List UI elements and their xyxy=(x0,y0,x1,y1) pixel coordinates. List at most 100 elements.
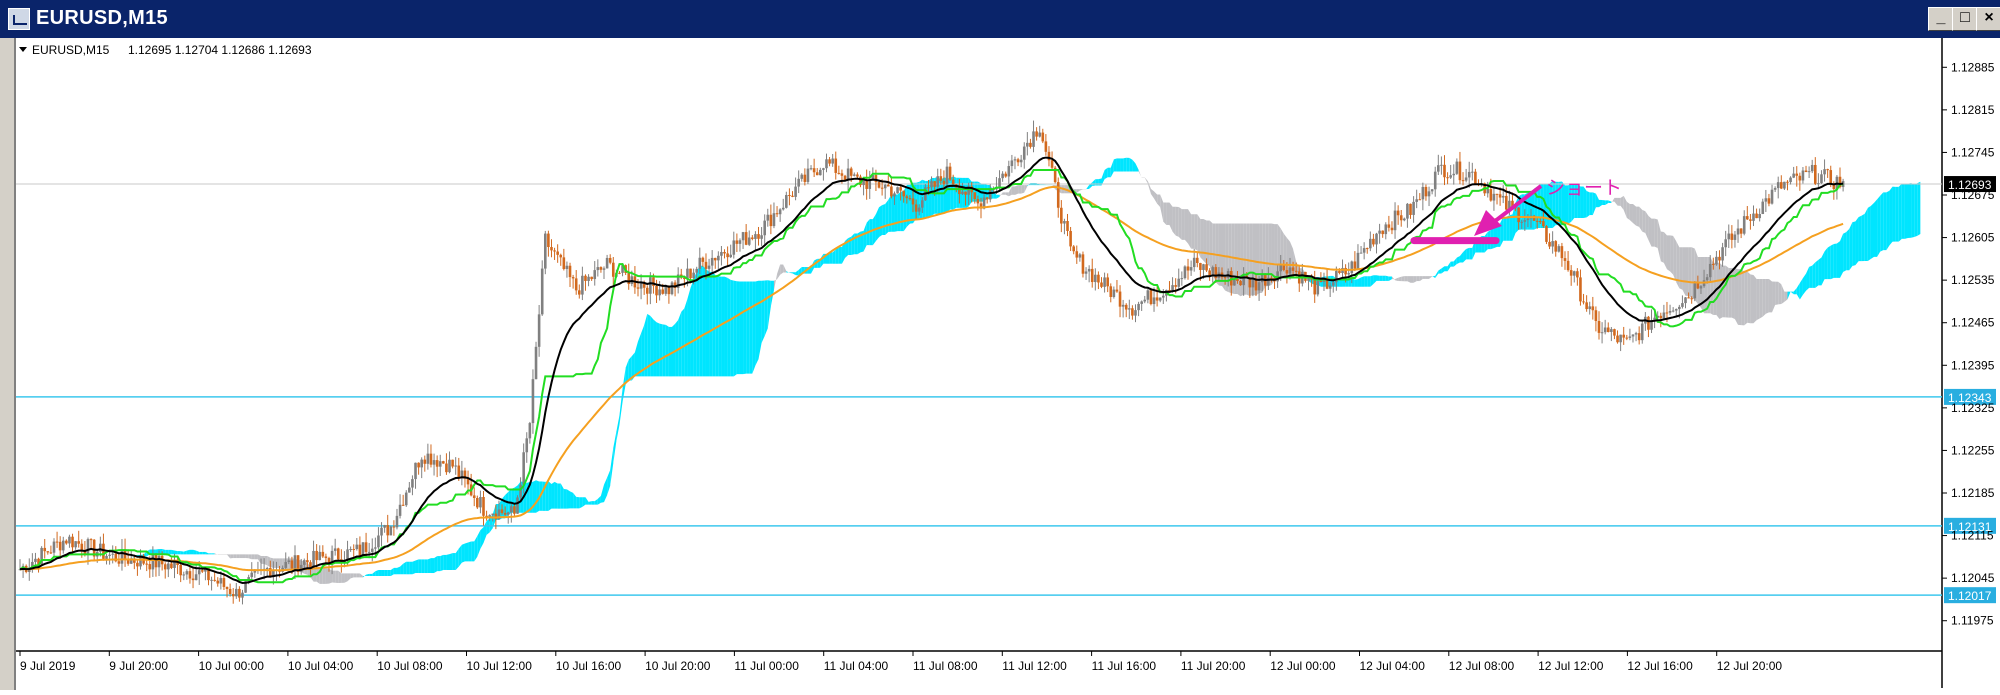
candle-body xyxy=(1035,131,1038,136)
candle-body xyxy=(81,544,84,551)
candle-body xyxy=(1292,267,1295,270)
chart-area[interactable]: 1.123431.121311.12017 1.128851.128151.12… xyxy=(14,38,2000,690)
candle-body xyxy=(1613,329,1616,335)
candle-body xyxy=(510,506,513,512)
cloud-segment xyxy=(1670,235,1673,274)
candle-body xyxy=(201,570,204,571)
candle-body xyxy=(411,479,414,487)
cloud-segment xyxy=(1494,226,1497,248)
close-button[interactable]: × xyxy=(1976,7,2000,31)
candle-body xyxy=(1675,309,1678,310)
cloud-segment xyxy=(171,550,174,554)
cloud-segment xyxy=(725,277,728,377)
cloud-segment xyxy=(419,559,422,573)
cloud-segment xyxy=(1679,247,1682,290)
candle-body xyxy=(1412,202,1415,215)
cloud-segment xyxy=(236,554,239,558)
time-tick-label: 12 Jul 12:00 xyxy=(1538,659,1604,673)
price-chart[interactable]: 1.123431.121311.12017 1.128851.128151.12… xyxy=(16,38,2000,690)
candle-body xyxy=(1391,228,1394,230)
price-tick-label: 1.12535 xyxy=(1951,273,1995,287)
candle-body xyxy=(1465,177,1468,180)
candle-body xyxy=(396,516,399,527)
candle-body xyxy=(1554,241,1557,252)
cloud-segment xyxy=(1738,269,1741,325)
candle-body xyxy=(649,277,652,294)
cloud-segment xyxy=(1667,235,1670,271)
maximize-button[interactable]: □ xyxy=(1952,7,1978,31)
candle-body xyxy=(108,555,111,556)
candle-body xyxy=(729,255,732,257)
cloud-segment xyxy=(731,280,734,377)
candle-body xyxy=(1579,277,1582,301)
cloud-segment xyxy=(187,550,190,555)
candle-body xyxy=(569,266,572,277)
cloud-segment xyxy=(1775,282,1778,305)
candle-body xyxy=(414,463,417,479)
cloud-segment xyxy=(409,562,412,575)
cloud-segment xyxy=(672,324,675,376)
candle-body xyxy=(770,215,773,226)
candle-body xyxy=(1802,171,1805,181)
candle-body xyxy=(566,266,569,269)
cloud-segment xyxy=(178,551,181,554)
candle-body xyxy=(377,536,380,548)
candle-body xyxy=(1224,277,1227,278)
candle-body xyxy=(1097,275,1100,283)
candle-body xyxy=(374,547,377,548)
candle-body xyxy=(501,509,504,513)
candle-body xyxy=(776,213,779,214)
candle-body xyxy=(362,542,365,555)
cloud-segment xyxy=(1423,276,1426,279)
candle-body xyxy=(961,192,964,194)
candle-body xyxy=(1786,182,1789,183)
candle-body xyxy=(550,247,553,250)
candle-body xyxy=(1456,162,1459,174)
window-titlebar[interactable]: EURUSD,M15 _ □ × xyxy=(0,0,2000,38)
time-tick-label: 11 Jul 20:00 xyxy=(1181,659,1246,673)
candle-body xyxy=(1174,285,1177,287)
candle-body xyxy=(1471,172,1474,173)
cloud-segment xyxy=(1843,232,1846,272)
candle-body xyxy=(1403,219,1406,221)
left-scroll-strip[interactable] xyxy=(0,38,15,690)
candle-body xyxy=(380,528,383,536)
candle-body xyxy=(720,252,723,256)
cloud-segment xyxy=(1652,219,1655,247)
candle-body xyxy=(1286,270,1289,273)
candle-body xyxy=(581,276,584,295)
candle-body xyxy=(541,269,544,315)
cloud-segment xyxy=(252,554,255,559)
candle-body xyxy=(522,452,525,484)
candle-body xyxy=(158,556,161,567)
cloud-segment xyxy=(536,480,539,513)
candle-body xyxy=(1443,165,1446,177)
cloud-segment xyxy=(1682,247,1685,296)
candle-body xyxy=(1113,290,1116,297)
candle-body xyxy=(356,545,359,549)
candle-body xyxy=(998,178,1001,187)
candle-body xyxy=(1069,231,1072,246)
candle-body xyxy=(105,556,108,559)
candle-body xyxy=(1147,290,1150,299)
candle-body xyxy=(390,527,393,536)
candle-body xyxy=(1700,286,1703,288)
candle-body xyxy=(1369,239,1372,248)
cloud-segment xyxy=(1837,241,1840,278)
candle-body xyxy=(1545,226,1548,242)
candle-body xyxy=(695,269,698,273)
candle-body xyxy=(655,286,658,295)
candle-body xyxy=(179,565,182,575)
candle-body xyxy=(553,250,556,251)
cloud-segment xyxy=(564,489,567,509)
candle-body xyxy=(65,541,68,544)
cloud-segment xyxy=(752,281,755,373)
candle-body xyxy=(445,464,448,473)
candle-body xyxy=(34,559,37,562)
cloud-segment xyxy=(1018,185,1021,194)
candle-body xyxy=(1011,160,1014,166)
candle-body xyxy=(850,168,853,175)
candle-body xyxy=(315,551,318,560)
minimize-button[interactable]: _ xyxy=(1928,7,1954,31)
candle-body xyxy=(1378,231,1381,234)
